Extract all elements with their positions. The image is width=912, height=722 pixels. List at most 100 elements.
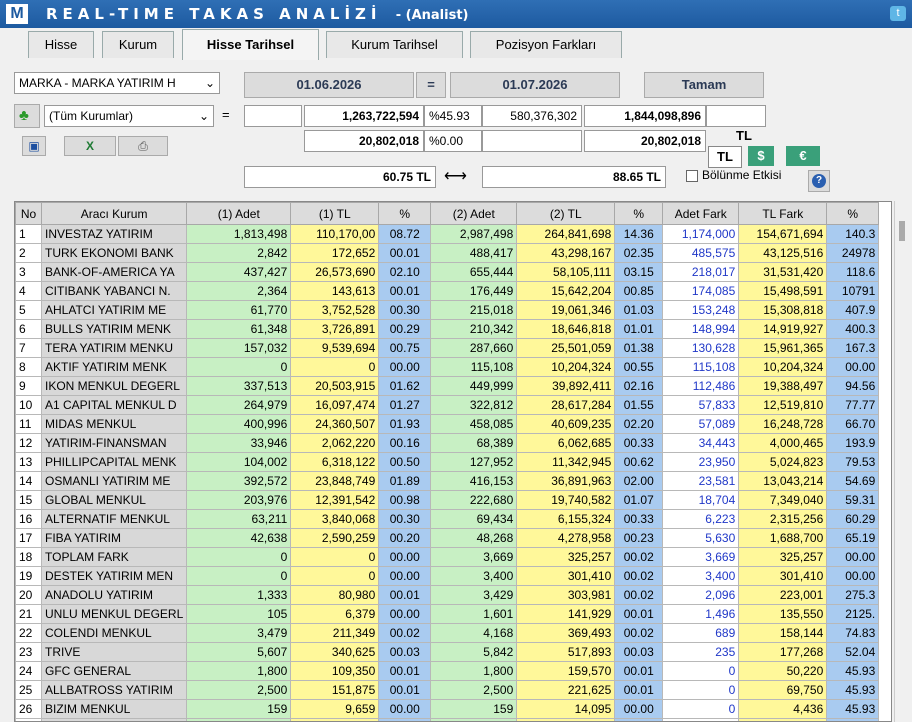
- table-row[interactable]: 4 CITIBANK YABANCI N. 2,364 143,613 00.01 176…: [15, 281, 880, 301]
- table-row[interactable]: 2 TURK EKONOMI BANK 2,842 172,652 00.01 488,4…: [15, 243, 880, 263]
- row-pct-diff: 00.00: [826, 547, 880, 567]
- row-qty-diff: 0: [662, 718, 740, 721]
- row-institution: TURK EKONOMI BANK: [40, 243, 188, 263]
- start-date-field[interactable]: 01.06.2026: [244, 72, 414, 98]
- col-header-qty-2[interactable]: (2) Adet: [430, 202, 518, 225]
- tab-kurum-tarihsel[interactable]: Kurum Tarihsel: [326, 31, 463, 58]
- table-row[interactable]: 1 INVESTAZ YATIRIM 1,813,498 110,170,00 08.7…: [15, 224, 880, 244]
- row-institution: BIZIM MENKUL: [40, 699, 188, 719]
- col-header-tl-1[interactable]: (1) TL: [290, 202, 380, 225]
- table-row[interactable]: 5 AHLATCI YATIRIM ME 61,770 3,752,528 00.30 2…: [15, 300, 880, 320]
- row-qty-1: 2,842: [186, 243, 292, 263]
- table-row[interactable]: 6 BULLS YATIRIM MENK 61,348 3,726,891 00.29 2…: [15, 319, 880, 339]
- row-qty-1: 104,002: [186, 452, 292, 472]
- row-qty-1: 159: [186, 699, 292, 719]
- excel-icon[interactable]: X: [64, 136, 116, 156]
- row-qty-diff: 0: [662, 661, 740, 681]
- row-tl-1: 0: [290, 566, 380, 586]
- row-no: 16: [15, 509, 42, 529]
- row-no: 6: [15, 319, 42, 339]
- equals-label: =: [416, 72, 446, 98]
- row-no: 5: [15, 300, 42, 320]
- table-row[interactable]: 19 DESTEK YATIRIM MEN 0 0 00.00 3,400 301,410 0…: [15, 566, 880, 586]
- save-icon[interactable]: ▣: [22, 136, 46, 156]
- table-row[interactable]: 18 TOPLAM FARK 0 0 00.00 3,669 325,257 00.02 3,6…: [15, 547, 880, 567]
- col-header-tl-2[interactable]: (2) TL: [516, 202, 616, 225]
- stock-select[interactable]: MARKA - MARKA YATIRIM H ⌄: [14, 72, 220, 94]
- row-pct-2: 00.62: [614, 452, 664, 472]
- table-row[interactable]: 14 OSMANLI YATIRIM ME 392,572 23,848,749 01.…: [15, 471, 880, 491]
- row-pct-diff: 94.56: [826, 376, 880, 396]
- col-header-no[interactable]: No: [15, 202, 42, 225]
- row-tl-diff: 13,043,214: [738, 471, 828, 491]
- vertical-scrollbar[interactable]: [894, 201, 911, 722]
- row-institution: MIDAS MENKUL: [40, 414, 188, 434]
- table-row[interactable]: 3 BANK-OF-AMERICA YA 437,427 26,573,690 02.1…: [15, 262, 880, 282]
- table-row[interactable]: 15 GLOBAL MENKUL 203,976 12,391,542 00.98 222…: [15, 490, 880, 510]
- row-tl-1: 23,848,749: [290, 471, 380, 491]
- row-qty-1: 38: [186, 718, 292, 721]
- row-qty-1: 42,638: [186, 528, 292, 548]
- table-row[interactable]: 12 YATIRIM-FINANSMAN 33,946 2,062,220 00.16 6…: [15, 433, 880, 453]
- split-effect-checkbox[interactable]: [686, 170, 698, 182]
- row-institution: ALTERNATIF MENKUL: [40, 509, 188, 529]
- table-row[interactable]: 17 FIBA YATIRIM 42,638 2,590,259 00.20 48,268…: [15, 528, 880, 548]
- help-button[interactable]: ?: [808, 170, 830, 192]
- table-row[interactable]: 9 IKON MENKUL DEGERL 337,513 20,503,915 01.6…: [15, 376, 880, 396]
- table-row[interactable]: 7 TERA YATIRIM MENKU 157,032 9,539,694 00.75…: [15, 338, 880, 358]
- end-date-field[interactable]: 01.07.2026: [450, 72, 620, 98]
- row-qty-2: 3,429: [430, 585, 518, 605]
- table-row[interactable]: 23 TRIVE 5,607 340,625 00.03 5,842 517,893 00.0…: [15, 642, 880, 662]
- print-icon[interactable]: ⎙: [118, 136, 168, 156]
- currency-usd-button[interactable]: $: [748, 146, 774, 166]
- row-qty-2: 176,449: [430, 281, 518, 301]
- twitter-icon[interactable]: t: [890, 6, 906, 21]
- table-row[interactable]: 10 A1 CAPITAL MENKUL D 264,979 16,097,474 01…: [15, 395, 880, 415]
- row-institution: AKTIF YATIRIM MENK: [40, 357, 188, 377]
- tab-pozisyon-farklari[interactable]: Pozisyon Farkları: [470, 31, 622, 58]
- institution-group-button[interactable]: ♣: [14, 104, 40, 128]
- tab-kurum[interactable]: Kurum: [102, 31, 174, 58]
- window-subtitle: - (Analist): [395, 8, 469, 23]
- row-no: 15: [15, 490, 42, 510]
- col-header-qty-1[interactable]: (1) Adet: [186, 202, 292, 225]
- col-header-pct-diff[interactable]: %: [826, 202, 880, 225]
- col-header-institution[interactable]: Aracı Kurum: [40, 202, 188, 225]
- row-qty-diff: 18,704: [662, 490, 740, 510]
- currency-eur-button[interactable]: €: [786, 146, 820, 166]
- table-row[interactable]: 8 AKTIF YATIRIM MENK 0 0 00.00 115,108 10,204,…: [15, 357, 880, 377]
- currency-tl-button[interactable]: TL: [708, 146, 742, 168]
- col-header-tl-diff[interactable]: TL Fark: [738, 202, 828, 225]
- tab-hisse[interactable]: Hisse: [28, 31, 94, 58]
- row-pct-2: 00.01: [614, 661, 664, 681]
- table-row[interactable]: 11 MIDAS MENKUL 400,996 24,360,507 01.93 458,…: [15, 414, 880, 434]
- row-institution: UNLU MENKUL DEGERL: [40, 604, 188, 624]
- table-row[interactable]: 22 COLENDI MENKUL 3,479 211,349 00.02 4,168 36…: [15, 623, 880, 643]
- institution-select[interactable]: (Tüm Kurumlar) ⌄: [44, 105, 214, 127]
- row-no: 11: [15, 414, 42, 434]
- table-row[interactable]: 21 UNLU MENKUL DEGERL 105 6,379 00.00 1,601 14…: [15, 604, 880, 624]
- table-row[interactable]: 16 ALTERNATIF MENKUL 63,211 3,840,068 00.30 6…: [15, 509, 880, 529]
- row-qty-2: 3,400: [430, 566, 518, 586]
- scrollbar-thumb[interactable]: [899, 221, 905, 241]
- row-no: 4: [15, 281, 42, 301]
- row-qty-diff: 3,400: [662, 566, 740, 586]
- table-row[interactable]: 25 ALLBATROSS YATIRIM 2,500 151,875 00.01 2,5…: [15, 680, 880, 700]
- row-qty-2: 3,669: [430, 547, 518, 567]
- col-header-qty-diff[interactable]: Adet Fark: [662, 202, 740, 225]
- table-row[interactable]: 24 GFC GENERAL 1,800 109,350 00.01 1,800 159,5…: [15, 661, 880, 681]
- row-qty-2: 127,952: [430, 452, 518, 472]
- tab-hisse-tarihsel[interactable]: Hisse Tarihsel: [182, 29, 319, 60]
- row-tl-1: 110,170,00: [290, 224, 380, 244]
- row-qty-1: 3,479: [186, 623, 292, 643]
- col-header-pct-2[interactable]: %: [614, 202, 664, 225]
- ok-button[interactable]: Tamam: [644, 72, 764, 98]
- table-row[interactable]: 13 PHILLIPCAPITAL MENK 104,002 6,318,122 00.…: [15, 452, 880, 472]
- table-row[interactable]: 27YATIRIMCI TAZMIN M382,28500.00383,3350…: [15, 718, 880, 721]
- table-row[interactable]: 20 ANADOLU YATIRIM 1,333 80,980 00.01 3,429 30…: [15, 585, 880, 605]
- table-row[interactable]: 26 BIZIM MENKUL 159 9,659 00.00 159 14,095 00.0…: [15, 699, 880, 719]
- row-qty-diff: 2,096: [662, 585, 740, 605]
- col-header-pct-1[interactable]: %: [378, 202, 432, 225]
- tab-bar: Hisse Kurum Hisse Tarihsel Kurum Tarihse…: [0, 28, 912, 60]
- row-tl-diff: 1,050: [738, 718, 828, 721]
